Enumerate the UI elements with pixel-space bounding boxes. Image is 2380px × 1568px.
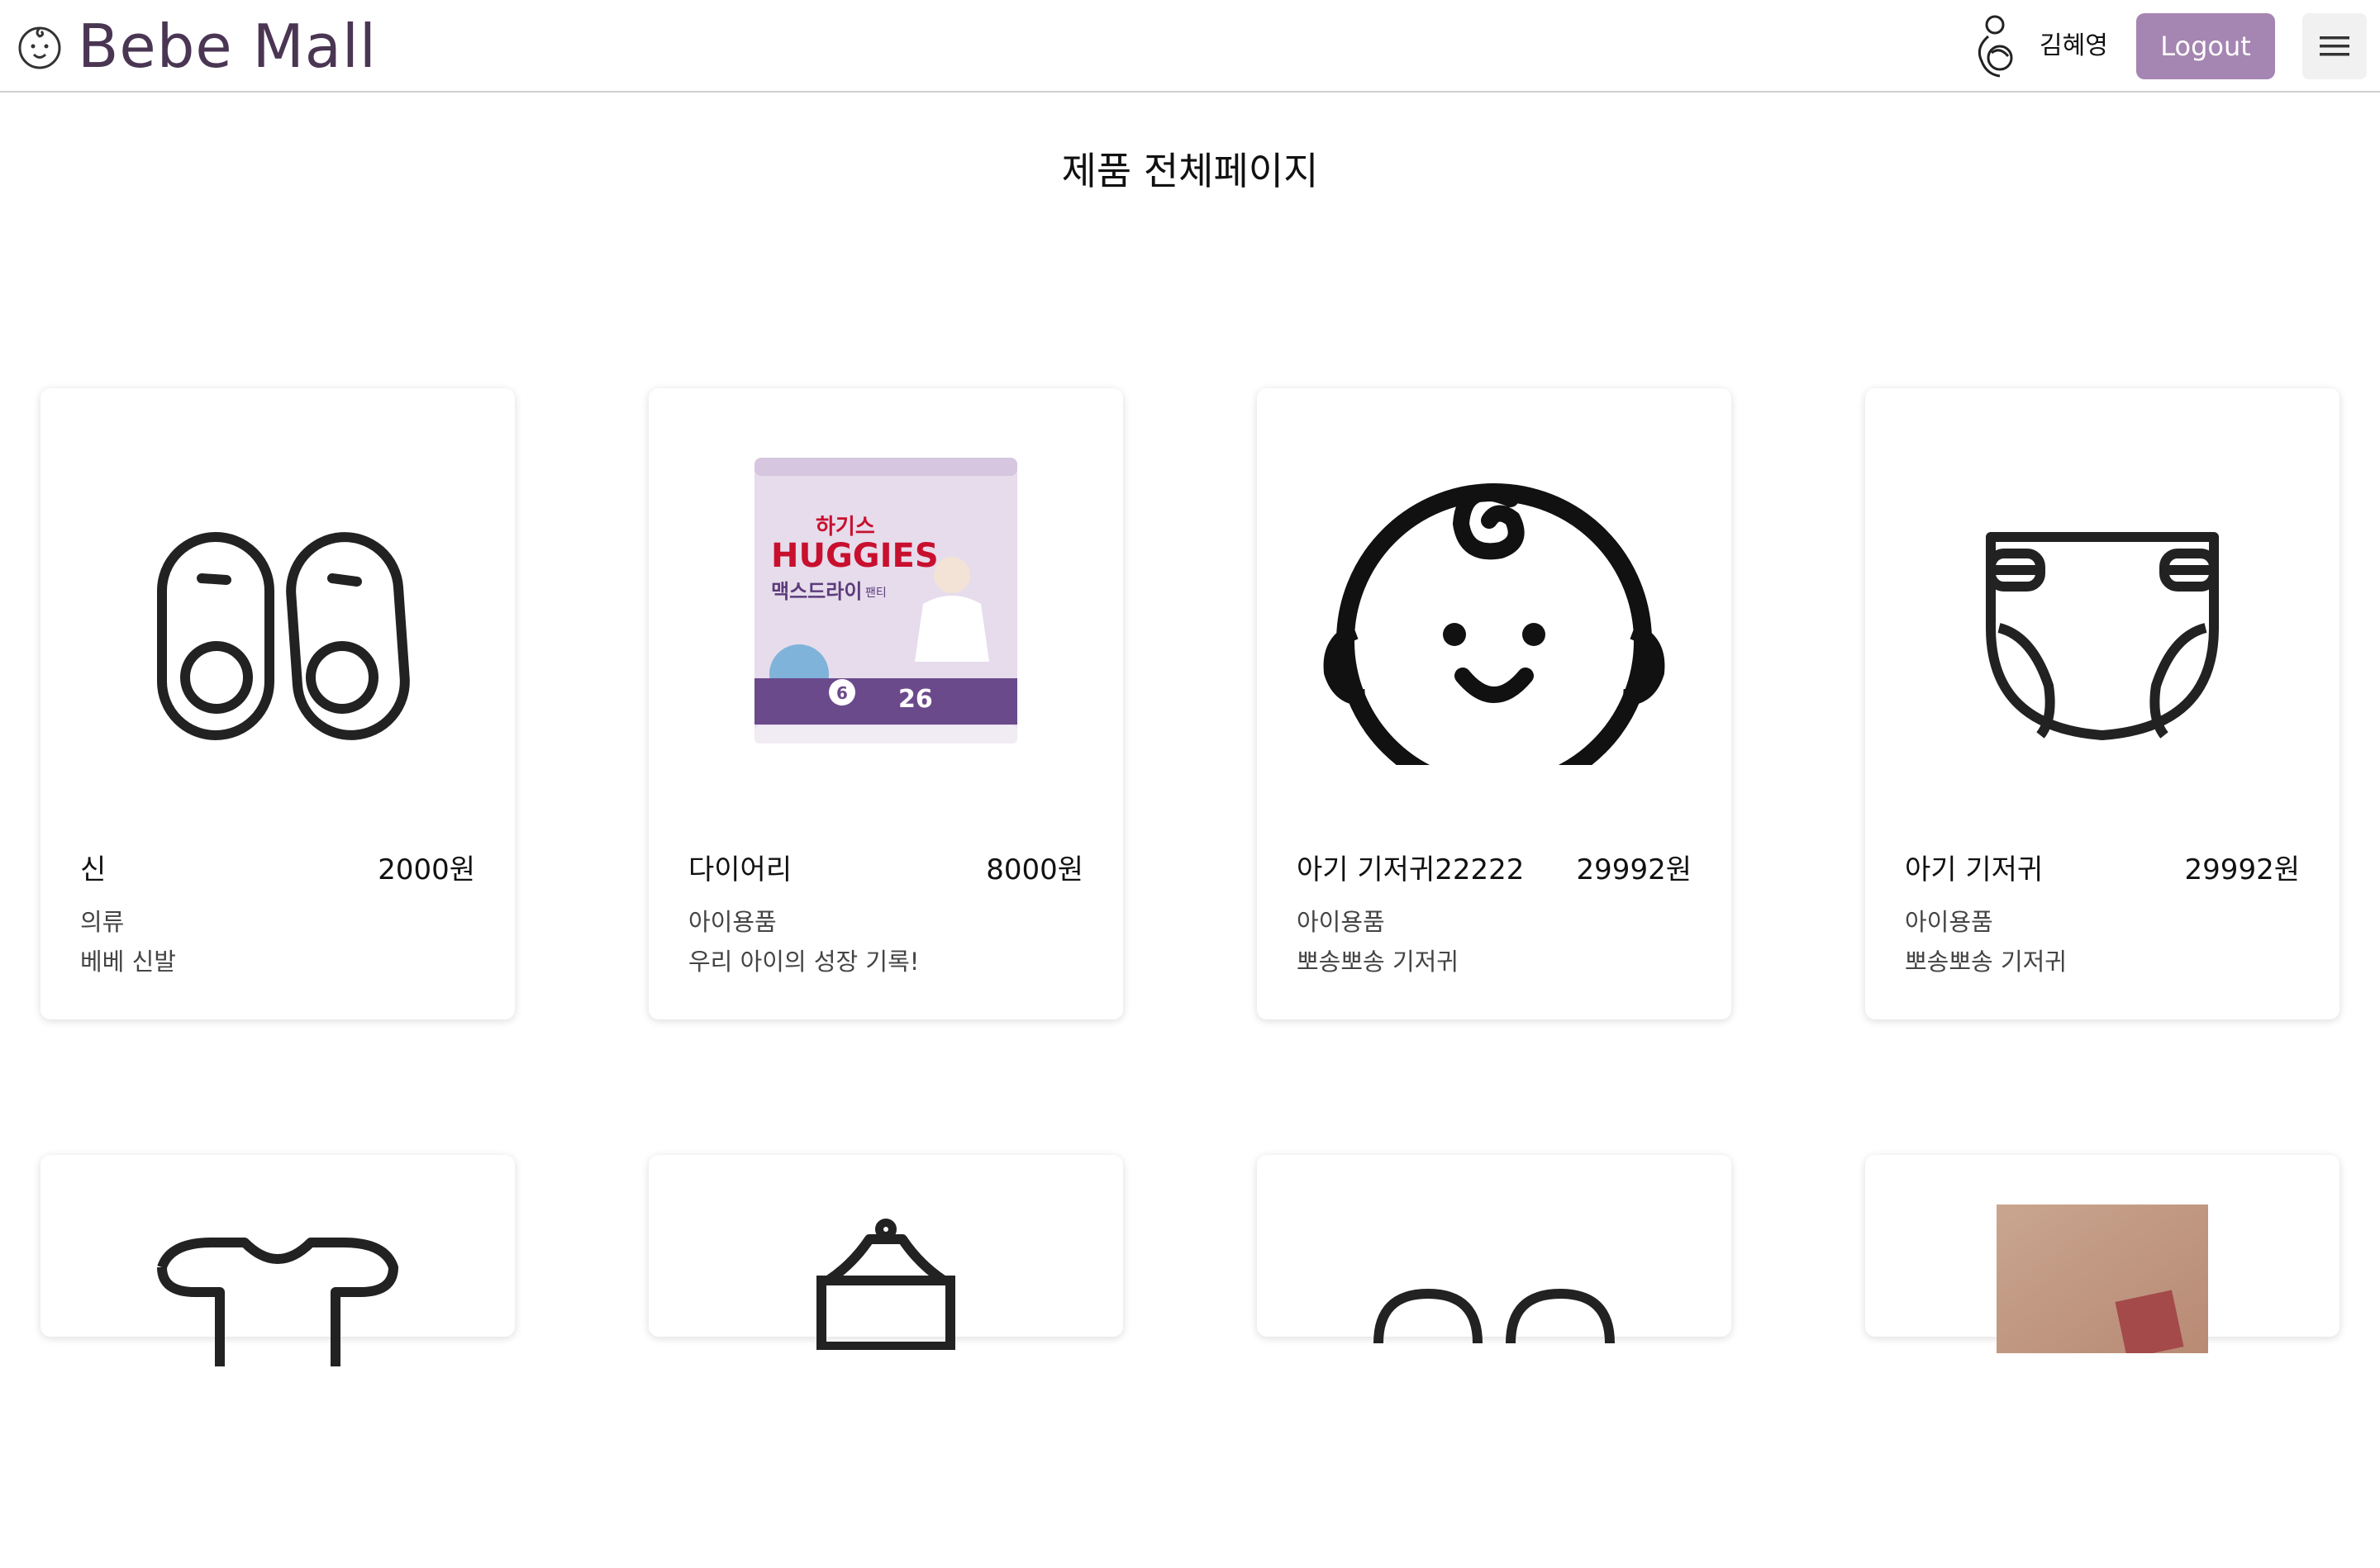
product-category: 아이용품 <box>1905 908 1993 936</box>
product-name: 아기 기저귀22222 <box>1297 853 1525 886</box>
user-name: 김혜영 <box>2040 31 2108 60</box>
brand-name: Bebe Mall <box>78 12 377 81</box>
product-description: 우리 아이의 성장 기록! <box>688 948 920 976</box>
top-navbar: Bebe Mall 김혜영 Logout <box>0 0 2380 93</box>
product-category: 아이용품 <box>1297 908 1385 936</box>
product-card[interactable] <box>40 1155 515 1366</box>
product-image <box>649 1155 1123 1568</box>
product-image: 하기스 HUGGIES 맥스드라이 팬티 6 26 <box>649 388 1123 801</box>
page-title: 제품 전체페이지 <box>1061 149 1319 193</box>
product-category: 의류 <box>80 908 125 936</box>
product-card[interactable] <box>1257 1155 1731 1344</box>
product-description: 뽀송뽀송 기저귀 <box>1297 948 1459 976</box>
mother-baby-icon <box>1978 15 2013 78</box>
package-brand: HUGGIES <box>771 537 939 575</box>
product-price: 29992원 <box>2184 853 2300 886</box>
product-image <box>40 388 515 801</box>
product-price: 8000원 <box>986 853 1083 886</box>
product-description: 뽀송뽀송 기저귀 <box>1905 948 2067 976</box>
huggies-diaper-package-photo: 하기스 HUGGIES 맥스드라이 팬티 6 26 <box>754 458 1017 744</box>
product-photo <box>1997 1205 2208 1353</box>
package-product: 맥스드라이 <box>771 580 862 603</box>
baby-face-icon <box>1323 483 1665 765</box>
product-name: 아기 기저귀 <box>1905 853 2044 886</box>
package-size: 6 <box>836 683 848 703</box>
product-description: 베베 신발 <box>80 948 176 976</box>
hamburger-menu-button[interactable] <box>2302 13 2367 79</box>
product-image <box>1257 388 1731 801</box>
baby-bodysuit-icon <box>157 1238 398 1366</box>
product-image <box>1865 1155 2340 1568</box>
product-card[interactable]: 아기 기저귀 29992원 아이용품 뽀송뽀송 기저귀 <box>1865 388 2340 1019</box>
package-count: 26 <box>898 685 933 714</box>
hamburger-menu-icon <box>2320 36 2349 56</box>
package-type: 팬티 <box>865 587 887 600</box>
product-card[interactable]: 신 2000원 의류 베베 신발 <box>40 388 515 1019</box>
diaper-icon <box>1986 532 2219 740</box>
baby-bottle-icon <box>816 1219 955 1350</box>
brand-logo-link[interactable]: Bebe Mall <box>13 12 377 81</box>
product-card[interactable] <box>1865 1155 2340 1353</box>
baby-face-icon <box>18 26 61 69</box>
product-image <box>40 1155 515 1568</box>
product-image <box>1257 1155 1731 1568</box>
package-brand-kr: 하기스 <box>816 515 875 539</box>
product-price: 2000원 <box>378 853 475 886</box>
product-price: 29992원 <box>1576 853 1692 886</box>
product-name: 신 <box>80 853 107 886</box>
baby-socks-icon <box>1373 1288 1615 1344</box>
product-image <box>1865 388 2340 801</box>
product-category: 아이용품 <box>688 908 777 936</box>
product-card[interactable] <box>649 1155 1123 1350</box>
logout-button[interactable]: Logout <box>2136 13 2275 79</box>
product-card[interactable]: 아기 기저귀22222 29992원 아이용품 뽀송뽀송 기저귀 <box>1257 388 1731 1019</box>
baby-shoes-icon <box>157 532 410 740</box>
product-name: 다이어리 <box>688 853 793 886</box>
product-card[interactable]: 하기스 HUGGIES 맥스드라이 팬티 6 26 다이어리 8000원 아이용… <box>649 388 1123 1019</box>
